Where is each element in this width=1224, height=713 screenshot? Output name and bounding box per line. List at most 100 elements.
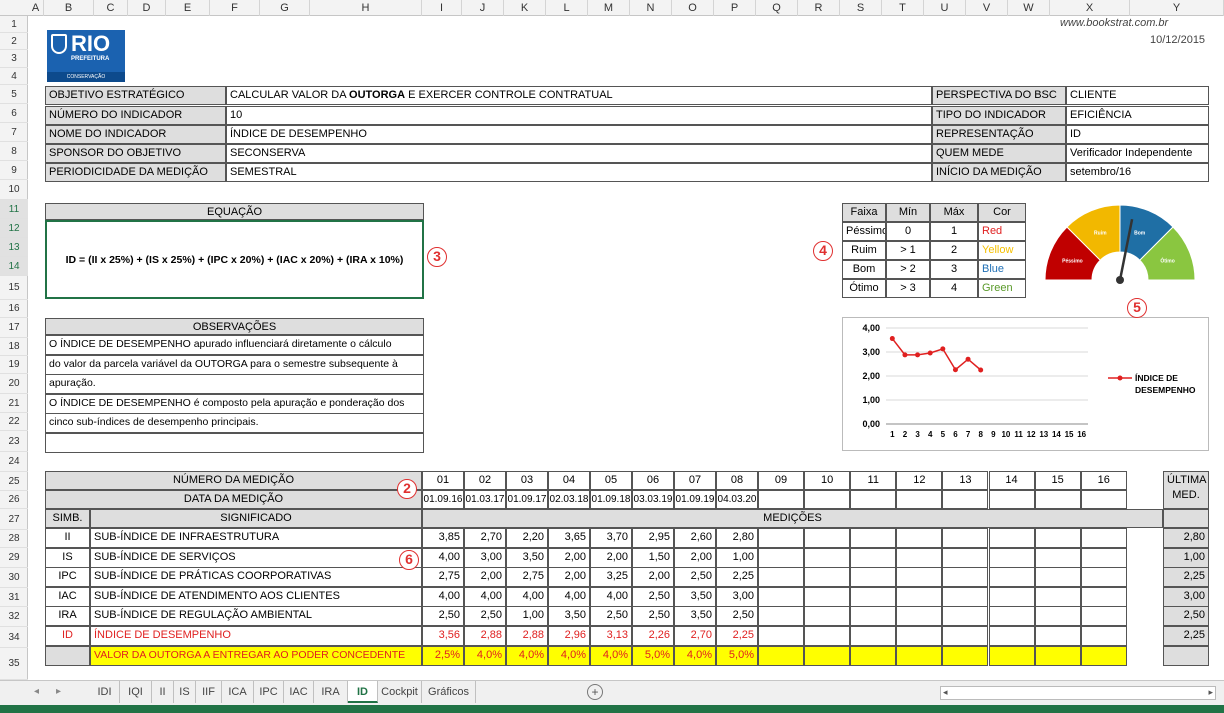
outorga-value[interactable]: 4,0% — [464, 645, 506, 666]
column-header-E[interactable]: E — [166, 0, 210, 16]
value-cell[interactable]: 2,26 — [632, 626, 674, 646]
row-header-18[interactable]: 18 — [0, 338, 28, 356]
value-cell[interactable]: 2,75 — [422, 567, 464, 588]
value-cell[interactable] — [850, 606, 897, 627]
row-header-22[interactable]: 22 — [0, 413, 28, 431]
value-cell[interactable]: 3,50 — [674, 586, 716, 607]
horizontal-scrollbar[interactable]: ◂ ▸ — [940, 686, 1216, 700]
observation-line[interactable]: apuração. — [45, 374, 424, 394]
column-header-U[interactable]: U — [924, 0, 966, 16]
row-header-15[interactable]: 15 — [0, 276, 28, 300]
outorga-value[interactable]: 5,0% — [632, 645, 674, 666]
column-header-V[interactable]: V — [966, 0, 1008, 16]
value-cell[interactable] — [988, 586, 1035, 607]
value-cell[interactable]: 2,25 — [716, 567, 758, 588]
sheet-tab-ira[interactable]: IRA — [314, 681, 348, 703]
value-cell[interactable]: 2,00 — [464, 567, 506, 588]
value-cell[interactable] — [896, 626, 943, 646]
value-cell[interactable]: 2,50 — [422, 606, 464, 627]
column-header-P[interactable]: P — [714, 0, 756, 16]
value-cell[interactable] — [804, 606, 851, 627]
outorga-value[interactable] — [1080, 645, 1127, 666]
value-cell[interactable] — [988, 567, 1035, 588]
observation-line[interactable]: do valor da parcela variável da OUTORGA … — [45, 354, 424, 375]
observation-line[interactable]: cinco sub-índices de desempenho principa… — [45, 413, 424, 433]
value-cell[interactable]: 1,00 — [716, 547, 758, 568]
column-header-Q[interactable]: Q — [756, 0, 798, 16]
row-header-12[interactable]: 12 — [0, 219, 28, 238]
value-cell[interactable]: 2,25 — [716, 626, 758, 646]
value-cell[interactable]: 4,00 — [548, 586, 590, 607]
column-header-O[interactable]: O — [672, 0, 714, 16]
value-cell[interactable] — [850, 586, 897, 607]
value-cell[interactable] — [942, 528, 989, 548]
row-header-35[interactable]: 35 — [0, 648, 28, 680]
sheet-tab-cockpit[interactable]: Cockpit — [378, 681, 422, 703]
column-header-X[interactable]: X — [1050, 0, 1130, 16]
value-cell[interactable] — [896, 547, 943, 568]
sheet-tab-ica[interactable]: ICA — [222, 681, 254, 703]
value-cell[interactable] — [896, 586, 943, 607]
row-header-24[interactable]: 24 — [0, 452, 28, 472]
value-cell[interactable] — [988, 547, 1035, 568]
observation-line[interactable]: O ÍNDICE DE DESEMPENHO é composto pela a… — [45, 393, 424, 414]
value-cell[interactable] — [942, 567, 989, 588]
value-cell[interactable] — [988, 626, 1035, 646]
observation-line[interactable]: O ÍNDICE DE DESEMPENHO apurado influenci… — [45, 335, 424, 355]
info-right-value[interactable]: CLIENTE — [1066, 86, 1209, 105]
value-cell[interactable] — [804, 547, 851, 568]
value-cell[interactable] — [942, 606, 989, 627]
row-header-26[interactable]: 26 — [0, 491, 28, 509]
column-header-I[interactable]: I — [422, 0, 462, 16]
value-cell[interactable] — [804, 567, 851, 588]
value-cell[interactable] — [1080, 528, 1127, 548]
info-right-value[interactable]: Verificador Independente — [1066, 144, 1209, 163]
row-header-2[interactable]: 2 — [0, 33, 28, 50]
row-header-19[interactable]: 19 — [0, 356, 28, 374]
row-header-27[interactable]: 27 — [0, 509, 28, 530]
column-header-W[interactable]: W — [1008, 0, 1050, 16]
row-header-10[interactable]: 10 — [0, 180, 28, 200]
value-cell[interactable]: 4,00 — [506, 586, 548, 607]
row-header-30[interactable]: 30 — [0, 568, 28, 588]
value-cell[interactable]: 4,00 — [422, 547, 464, 568]
info-right-value[interactable]: EFICIÊNCIA — [1066, 106, 1209, 125]
value-cell[interactable]: 2,88 — [464, 626, 506, 646]
column-header-G[interactable]: G — [260, 0, 310, 16]
sheet-tab-iac[interactable]: IAC — [284, 681, 314, 703]
outorga-value[interactable] — [758, 645, 805, 666]
row-header-31[interactable]: 31 — [0, 588, 28, 607]
sheet-tab-ii[interactable]: II — [152, 681, 174, 703]
value-cell[interactable]: 2,50 — [716, 606, 758, 627]
value-cell[interactable]: 3,25 — [590, 567, 632, 588]
row-header-3[interactable]: 3 — [0, 50, 28, 68]
value-cell[interactable] — [942, 547, 989, 568]
value-cell[interactable] — [758, 586, 805, 607]
value-cell[interactable] — [896, 528, 943, 548]
outorga-value[interactable]: 4,0% — [506, 645, 548, 666]
value-cell[interactable] — [1034, 528, 1081, 548]
value-cell[interactable]: 2,70 — [674, 626, 716, 646]
value-cell[interactable]: 1,50 — [632, 547, 674, 568]
value-cell[interactable]: 4,00 — [590, 586, 632, 607]
value-cell[interactable] — [758, 547, 805, 568]
row-header-6[interactable]: 6 — [0, 104, 28, 123]
value-cell[interactable]: 2,50 — [632, 586, 674, 607]
info-value[interactable]: SECONSERVA — [226, 144, 932, 163]
row-header-21[interactable]: 21 — [0, 394, 28, 413]
info-value[interactable]: CALCULAR VALOR DA OUTORGA E EXERCER CONT… — [226, 86, 932, 105]
row-header-14[interactable]: 14 — [0, 257, 28, 276]
value-cell[interactable]: 3,56 — [422, 626, 464, 646]
outorga-value[interactable] — [804, 645, 851, 666]
value-cell[interactable] — [1080, 626, 1127, 646]
column-header-K[interactable]: K — [504, 0, 546, 16]
sheet-tab-ipc[interactable]: IPC — [254, 681, 284, 703]
info-value[interactable]: ÍNDICE DE DESEMPENHO — [226, 125, 932, 144]
outorga-value[interactable]: 2,5% — [422, 645, 464, 666]
value-cell[interactable]: 2,60 — [674, 528, 716, 548]
value-cell[interactable] — [1080, 547, 1127, 568]
row-header-7[interactable]: 7 — [0, 123, 28, 142]
value-cell[interactable] — [850, 567, 897, 588]
value-cell[interactable] — [896, 606, 943, 627]
value-cell[interactable]: 2,80 — [716, 528, 758, 548]
